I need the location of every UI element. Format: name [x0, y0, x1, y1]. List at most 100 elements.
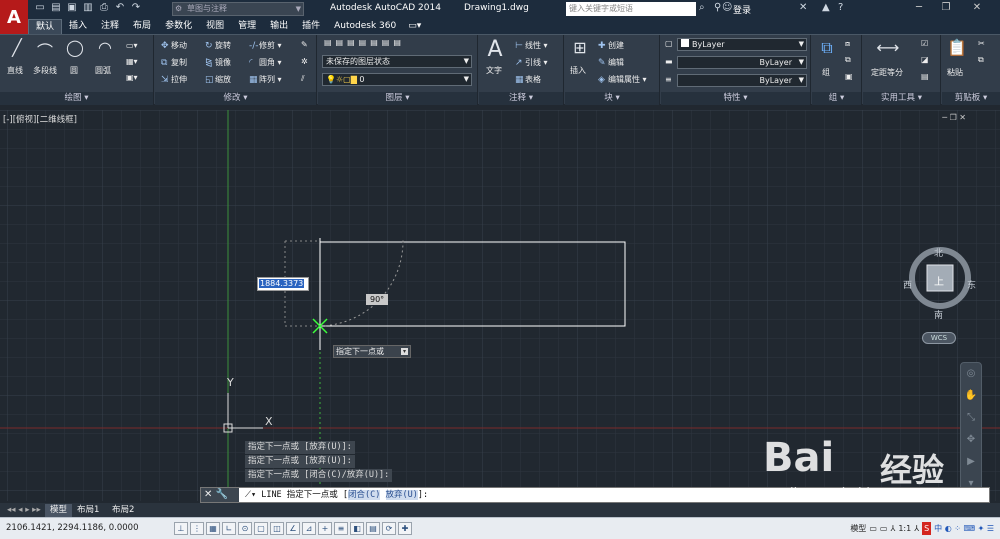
compass-east[interactable]: 东: [967, 278, 976, 291]
group-button[interactable]: 组: [822, 67, 830, 78]
open-icon[interactable]: ▤: [50, 2, 62, 14]
match-properties-icon[interactable]: ▢: [665, 39, 673, 48]
annotation-monitor-icon[interactable]: ✚: [398, 522, 412, 535]
tab-autodesk360[interactable]: Autodesk 360: [327, 19, 403, 34]
layer-tools-icons[interactable]: ▤▤▤▤▤▤▤: [324, 38, 405, 47]
help-icon[interactable]: ?: [838, 2, 843, 13]
arc-button[interactable]: 圆弧: [95, 65, 111, 76]
quick-properties-icon[interactable]: ▤: [366, 522, 380, 535]
compass-west[interactable]: 西: [903, 278, 912, 291]
autocad-logo-button[interactable]: A: [0, 0, 28, 34]
insert-button[interactable]: 插入: [570, 65, 586, 76]
user-icon[interactable]: ☺: [722, 2, 732, 13]
orbit-icon[interactable]: ✥: [961, 429, 981, 451]
plot-icon[interactable]: ⎙: [98, 2, 110, 14]
polar-icon[interactable]: ⊙: [238, 522, 252, 535]
tab-layout[interactable]: 布局: [126, 19, 158, 34]
ime-icon[interactable]: S: [922, 522, 932, 535]
viewcube-top-face[interactable]: 上: [934, 273, 944, 288]
rectangle-icon[interactable]: ▭▾: [126, 41, 138, 50]
copy-clip-icon[interactable]: ⧉: [978, 55, 984, 65]
trim-button[interactable]: -/-修剪 ▾: [249, 40, 282, 51]
tab-insert[interactable]: 插入: [62, 19, 94, 34]
minimize-button[interactable]: ─: [908, 1, 930, 15]
select-all-icon[interactable]: ◪: [921, 55, 929, 64]
edit-block-button[interactable]: ✎ 编辑: [598, 57, 624, 68]
annotation-panel-title[interactable]: 注释 ▾: [479, 92, 563, 105]
block-panel-title[interactable]: 块 ▾: [565, 92, 659, 105]
tab-manage[interactable]: 管理: [231, 19, 263, 34]
table-button[interactable]: ▦表格: [515, 74, 541, 85]
dynamic-prompt[interactable]: 指定下一点或 ▾: [333, 345, 411, 358]
layout-nav-icons[interactable]: ◂◂ ◂ ▸ ▸▸: [2, 504, 46, 517]
annotation-visibility-icon[interactable]: ⅄: [914, 522, 919, 535]
explode-icon[interactable]: ✲: [301, 57, 308, 66]
arc-icon[interactable]: ◠: [92, 38, 118, 62]
restore-button[interactable]: ❐: [935, 1, 957, 15]
insert-block-icon[interactable]: ⊞: [567, 38, 593, 62]
measure-icon[interactable]: ⟷: [875, 38, 901, 62]
tab-parametric[interactable]: 参数化: [158, 19, 199, 34]
selection-cycling-icon[interactable]: ⟳: [382, 522, 396, 535]
wrench-icon[interactable]: 🔧: [216, 489, 228, 500]
grid-icon[interactable]: ▦: [206, 522, 220, 535]
snap-icon[interactable]: ⋮: [190, 522, 204, 535]
wcs-menu[interactable]: WCS: [922, 332, 956, 344]
drawing-viewport[interactable]: [-][俯视][二维线框] ─ ❐ ✕ Y X 1884.3373 90° 指定…: [0, 110, 1000, 501]
infer-constraints-icon[interactable]: ⊥: [174, 522, 188, 535]
edit-attributes-button[interactable]: ◈ 编辑属性 ▾: [598, 74, 647, 85]
close-option[interactable]: 闭合(C): [348, 490, 381, 500]
move-button[interactable]: ✥ 移动: [161, 40, 187, 51]
new-icon[interactable]: ▭: [34, 2, 46, 14]
quick-view-layouts-icon[interactable]: ▭: [869, 522, 877, 535]
lineweight-toggle-icon[interactable]: ≡: [334, 522, 348, 535]
dyn-icon[interactable]: +: [318, 522, 332, 535]
compass-south[interactable]: 南: [934, 308, 943, 321]
create-block-button[interactable]: ✚ 创建: [598, 40, 624, 51]
close-button[interactable]: ✕: [966, 1, 988, 15]
line-button[interactable]: 直线: [7, 65, 23, 76]
erase-icon[interactable]: ✎: [301, 40, 308, 49]
compass-north[interactable]: 北: [934, 246, 943, 259]
osnap-icon[interactable]: ▢: [254, 522, 268, 535]
showmotion-icon[interactable]: ▶: [961, 451, 981, 473]
scale-button[interactable]: ◱缩放: [205, 74, 231, 85]
line-icon[interactable]: ╱: [4, 38, 30, 62]
tab-more-icon[interactable]: ▭▾: [403, 19, 426, 34]
clipboard-panel-title[interactable]: 剪贴板 ▾: [942, 92, 1000, 105]
a360-icon[interactable]: ▲: [822, 2, 830, 13]
measure-button[interactable]: 定距等分: [871, 67, 903, 78]
group-select-icon[interactable]: ▣: [845, 72, 853, 81]
copy-button[interactable]: ⧉ 复制: [161, 57, 187, 68]
ungroup-icon[interactable]: ⧈: [845, 39, 850, 49]
rotate-button[interactable]: ↻ 旋转: [205, 40, 231, 51]
tab-annotate[interactable]: 注释: [94, 19, 126, 34]
search-icon[interactable]: ⌕: [699, 2, 705, 13]
command-input[interactable]: ⟋▾ LINE 指定下一点或 [闭合(C) 放弃(U)]:: [245, 489, 428, 502]
quick-select-icon[interactable]: ☑: [921, 39, 928, 48]
groups-panel-title[interactable]: 组 ▾: [812, 92, 861, 105]
otrack-icon[interactable]: ∠: [286, 522, 300, 535]
properties-panel-title[interactable]: 特性 ▾: [661, 92, 810, 105]
saveas-icon[interactable]: ▥: [82, 2, 94, 14]
offset-icon[interactable]: ⫽: [301, 74, 305, 84]
exchange-icon[interactable]: ✕: [799, 2, 807, 13]
polyline-button[interactable]: 多段线: [33, 65, 57, 76]
circle-button[interactable]: 圆: [70, 65, 78, 76]
stretch-button[interactable]: ⇲ 拉伸: [161, 74, 187, 85]
leader-button[interactable]: ↗ 引线 ▾: [515, 57, 548, 68]
modify-panel-title[interactable]: 修改 ▾: [155, 92, 316, 105]
group-icon[interactable]: ⧉: [814, 38, 840, 62]
tab-layout1[interactable]: 布局1: [72, 504, 104, 517]
tab-home[interactable]: 默认: [28, 19, 63, 34]
linetype-dropdown[interactable]: ByLayer ▼: [677, 56, 807, 69]
tab-model[interactable]: 模型: [45, 504, 73, 517]
workspace-dropdown[interactable]: ⚙ 草图与注释 ▼: [172, 2, 304, 16]
ducs-icon[interactable]: ⊿: [302, 522, 316, 535]
lineweight-dropdown[interactable]: ByLayer ▼: [677, 74, 807, 87]
boundary-icon[interactable]: ▣▾: [126, 73, 138, 82]
annotation-scale-value[interactable]: 1:1: [898, 522, 911, 535]
dynamic-input-field[interactable]: 1884.3373: [257, 277, 309, 291]
fillet-button[interactable]: ◜ 圆角 ▾: [249, 57, 282, 68]
ortho-icon[interactable]: ∟: [222, 522, 236, 535]
